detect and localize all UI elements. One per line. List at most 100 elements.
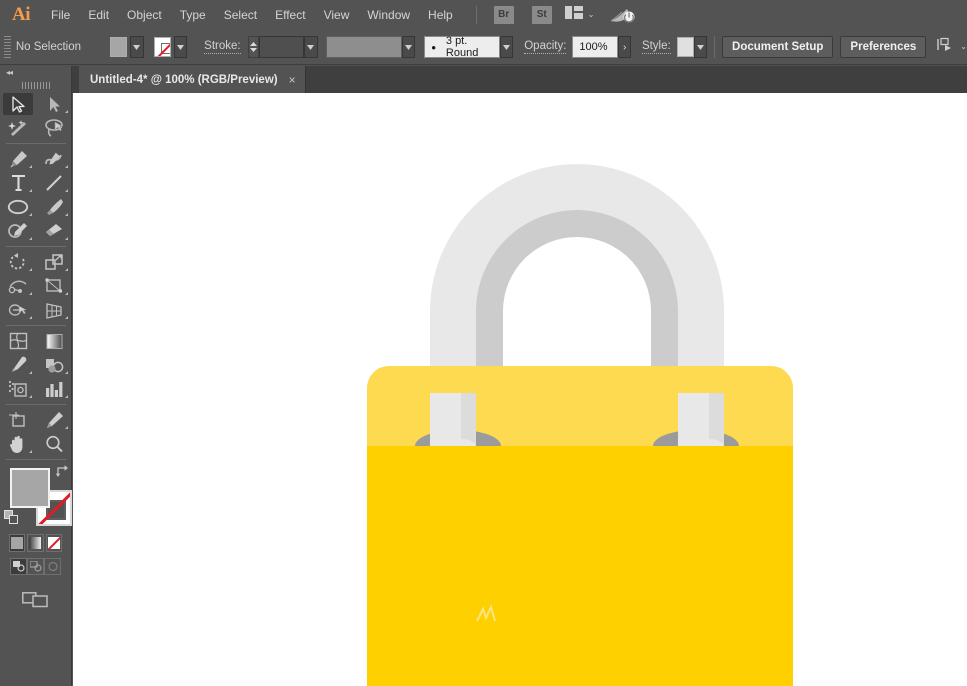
- hand-tool[interactable]: [0, 432, 36, 456]
- opacity-input[interactable]: 100%: [572, 36, 619, 58]
- illustrator-window: Ai File Edit Object Type Select Effect V…: [0, 0, 967, 686]
- workspace-switcher[interactable]: ⌄: [564, 6, 594, 24]
- slice-tool[interactable]: [36, 408, 72, 432]
- color-mode-gradient[interactable]: [27, 534, 44, 552]
- menu-file[interactable]: File: [42, 0, 79, 30]
- stroke-profile-dropdown[interactable]: [401, 36, 416, 58]
- brush-bullet-icon: •: [431, 39, 436, 55]
- draw-normal-mode[interactable]: [10, 558, 27, 575]
- shaper-pencil-tool[interactable]: [0, 219, 36, 243]
- default-fill-stroke-icon[interactable]: [4, 510, 19, 530]
- gradient-icon: [29, 537, 42, 549]
- document-tab[interactable]: Untitled-4* @ 100% (RGB/Preview) ×: [79, 66, 306, 93]
- change-screen-mode-icon[interactable]: [0, 575, 71, 608]
- stroke-weight-dropdown[interactable]: [304, 36, 318, 58]
- column-graph-tool[interactable]: [36, 377, 72, 401]
- bridge-button[interactable]: Br: [493, 6, 514, 24]
- eraser-tool[interactable]: [36, 219, 72, 243]
- stock-button[interactable]: St: [531, 6, 552, 24]
- lasso-tool[interactable]: [36, 116, 72, 140]
- toolbar-separator: [6, 143, 66, 144]
- document-tab-bar: Untitled-4* @ 100% (RGB/Preview) ×: [72, 66, 967, 93]
- brush-definition-field[interactable]: • 3 pt. Round: [424, 35, 500, 59]
- width-tool[interactable]: [0, 274, 36, 298]
- draw-behind-mode[interactable]: [27, 558, 44, 575]
- chevron-down-icon: ⌄: [960, 42, 967, 51]
- menu-type[interactable]: Type: [171, 0, 215, 30]
- paintbrush-tool[interactable]: [36, 195, 72, 219]
- tool-group-selection: [0, 92, 72, 140]
- perspective-grid-tool[interactable]: [36, 298, 72, 322]
- toolbar-separator: [6, 325, 66, 326]
- brush-definition-dropdown[interactable]: [499, 36, 514, 58]
- pen-tool[interactable]: [0, 147, 36, 171]
- preferences-button[interactable]: Preferences: [840, 36, 927, 58]
- opacity-label[interactable]: Opacity:: [524, 40, 567, 54]
- stroke-weight-label[interactable]: Stroke:: [204, 40, 241, 54]
- line-segment-tool[interactable]: [36, 171, 72, 195]
- menu-object[interactable]: Object: [118, 0, 171, 30]
- collapse-toolbar-button[interactable]: ◂◂: [0, 66, 71, 79]
- mesh-tool[interactable]: [0, 329, 36, 353]
- no-color-icon: [47, 537, 60, 549]
- magic-wand-tool[interactable]: [0, 116, 36, 140]
- opacity-panel-button[interactable]: ›: [618, 36, 631, 58]
- menu-edit[interactable]: Edit: [79, 0, 118, 30]
- zoom-tool[interactable]: [36, 432, 72, 456]
- stroke-color-swatch[interactable]: [153, 37, 171, 57]
- toolbar-separator: [6, 404, 66, 405]
- workspace-layout-icon: [564, 6, 583, 24]
- color-mode-solid[interactable]: [9, 534, 26, 552]
- stroke-weight-input[interactable]: [259, 36, 305, 58]
- eyedropper-tool[interactable]: [0, 353, 36, 377]
- fill-color-swatch[interactable]: [110, 37, 128, 57]
- ellipse-tool[interactable]: [0, 195, 36, 219]
- free-transform-tool[interactable]: [36, 274, 72, 298]
- menu-help[interactable]: Help: [419, 0, 462, 30]
- scale-tool[interactable]: [36, 250, 72, 274]
- close-icon[interactable]: ×: [289, 74, 296, 86]
- app-logo: Ai: [12, 4, 31, 25]
- solid-color-icon: [11, 537, 24, 549]
- stroke-weight-stepper[interactable]: [247, 36, 260, 58]
- tool-group-drawing: [0, 147, 72, 243]
- drawing-mode-buttons: [0, 552, 71, 575]
- style-label[interactable]: Style:: [641, 40, 671, 54]
- toolbar-separator: [6, 246, 66, 247]
- align-to-selection-control[interactable]: ⌄: [937, 37, 967, 57]
- tool-group-navigation: [0, 408, 72, 456]
- artboard-tool[interactable]: [0, 408, 36, 432]
- curvature-tool[interactable]: [36, 147, 72, 171]
- symbol-sprayer-tool[interactable]: [0, 377, 36, 401]
- control-bar-grip[interactable]: [4, 36, 11, 58]
- blend-tool[interactable]: [36, 353, 72, 377]
- swap-fill-stroke-icon[interactable]: [55, 464, 70, 482]
- menu-window[interactable]: Window: [358, 0, 419, 30]
- align-to-selection-icon: [937, 37, 955, 57]
- shape-builder-tool[interactable]: [0, 298, 36, 322]
- menu-divider: [475, 6, 477, 24]
- menu-view[interactable]: View: [315, 0, 359, 30]
- stroke-profile-preview[interactable]: [325, 36, 402, 58]
- selection-tool[interactable]: [0, 92, 36, 116]
- draw-inside-mode[interactable]: [44, 558, 61, 575]
- document-canvas[interactable]: [73, 93, 967, 686]
- rocket-power-icon[interactable]: [610, 6, 636, 24]
- graphic-style-dropdown[interactable]: [693, 36, 708, 58]
- color-mode-none[interactable]: [45, 534, 62, 552]
- graphic-style-swatch[interactable]: [676, 37, 694, 57]
- padlock-illustration[interactable]: [73, 93, 967, 686]
- type-tool[interactable]: [0, 171, 36, 195]
- direct-selection-tool[interactable]: [36, 92, 72, 116]
- toolbar-grip[interactable]: [0, 79, 71, 92]
- stroke-swatch-dropdown[interactable]: [173, 36, 188, 58]
- document-setup-button[interactable]: Document Setup: [722, 36, 834, 58]
- rotate-tool[interactable]: [0, 250, 36, 274]
- menu-effect[interactable]: Effect: [266, 0, 314, 30]
- fill-swatch-dropdown[interactable]: [130, 36, 144, 58]
- fill-color-indicator[interactable]: [10, 468, 50, 508]
- selection-status-label: No Selection: [15, 41, 82, 53]
- menu-select[interactable]: Select: [215, 0, 266, 30]
- document-tab-title: Untitled-4* @ 100% (RGB/Preview): [90, 73, 278, 86]
- gradient-tool[interactable]: [36, 329, 72, 353]
